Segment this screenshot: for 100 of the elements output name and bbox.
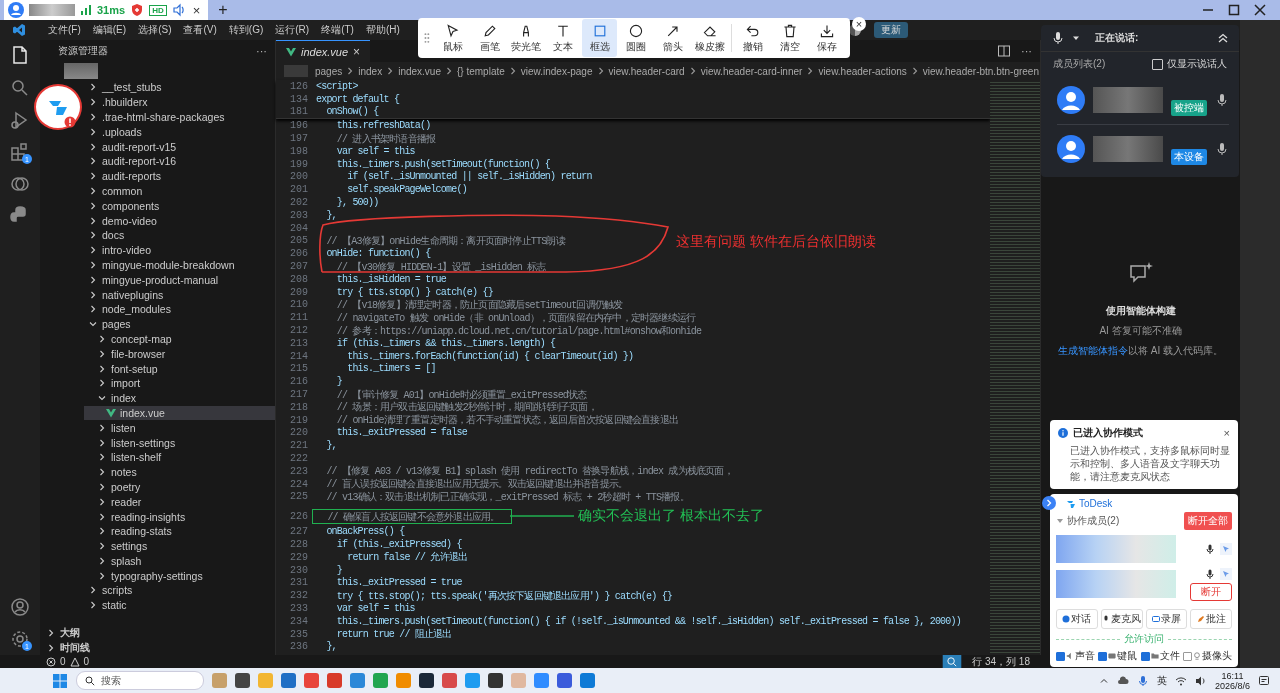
menu-item[interactable]: 运行(R)	[275, 23, 310, 37]
tree-item[interactable]: demo-video	[84, 213, 275, 228]
tree-item[interactable]: audit-reports	[84, 168, 275, 184]
cursor-position[interactable]: 行 34，列 18	[972, 654, 1030, 669]
speaker-icon[interactable]	[1194, 674, 1207, 687]
tree-item[interactable]: .trae-html-share-packages	[84, 109, 275, 125]
tree-item[interactable]: nativeplugins	[84, 287, 275, 302]
breadcrumb-item[interactable]: view.header-card-inner	[700, 65, 803, 77]
expand-icon[interactable]	[1042, 496, 1056, 510]
breadcrumb-item[interactable]: index.vue	[398, 65, 441, 77]
annotation-tool-button[interactable]: 框选	[582, 19, 618, 57]
breadcrumb-item[interactable]: view.header-card	[608, 65, 685, 77]
tree-item[interactable]: intro-video	[84, 242, 275, 258]
permission-checkbox[interactable]: 声音	[1056, 649, 1095, 663]
permission-checkbox[interactable]: 摄像头	[1183, 649, 1232, 663]
tree-item[interactable]: notes	[84, 464, 275, 480]
wifi-icon[interactable]	[1174, 674, 1187, 687]
breadcrumb-item[interactable]: view.index-page	[520, 65, 593, 77]
taskbar-app-icon[interactable]	[488, 673, 503, 688]
tree-item[interactable]: listen-shelf	[84, 449, 275, 465]
input-method-indicator[interactable]: 英	[1156, 673, 1167, 688]
editor-tab[interactable]: index.vue ×	[276, 39, 371, 63]
more-actions-button[interactable]: ···	[1021, 45, 1032, 57]
microphone-icon[interactable]	[1051, 31, 1065, 45]
close-button[interactable]: ×	[1223, 427, 1230, 439]
menu-item[interactable]: 选择(S)	[138, 23, 172, 37]
toolbar-button[interactable]: 录屏	[1145, 609, 1188, 629]
tree-item[interactable]: poetry	[84, 479, 275, 495]
tree-item[interactable]: import	[84, 375, 275, 391]
cloud-icon[interactable]	[1116, 674, 1129, 687]
permission-checkbox[interactable]: 键鼠	[1098, 649, 1138, 663]
maximize-icon[interactable]	[1228, 4, 1240, 16]
tree-item[interactable]: reading-stats	[84, 523, 275, 539]
speakers-only-checkbox[interactable]: 仅显示说话人	[1152, 57, 1227, 71]
tree-item[interactable]: components	[84, 198, 275, 214]
search-field[interactable]: 搜索	[76, 671, 204, 690]
close-tab-button[interactable]: ×	[190, 2, 203, 18]
tree-item[interactable]: audit-report-v16	[84, 154, 275, 169]
close-icon[interactable]	[1254, 4, 1266, 16]
cursor-icon[interactable]	[1220, 567, 1232, 580]
microphone-icon[interactable]	[1215, 93, 1229, 107]
disconnect-button[interactable]: 断开	[1190, 582, 1232, 601]
generate-instructions-link[interactable]: 生成智能体指令	[1058, 345, 1128, 356]
tree-item[interactable]: listen-settings	[84, 435, 275, 450]
tree-item[interactable]: font-setup	[84, 361, 275, 376]
microphone-icon[interactable]	[1215, 142, 1229, 156]
microphone-icon[interactable]	[1205, 544, 1215, 554]
toolbar-button[interactable]: 麦克风	[1100, 609, 1143, 629]
remote-session-tab[interactable]: 31ms HD ×	[4, 0, 209, 20]
tree-item[interactable]: __test_stubs	[84, 80, 275, 95]
new-tab-button[interactable]: +	[214, 1, 232, 19]
tree-item[interactable]: static	[84, 597, 275, 613]
tree-item[interactable]: reader	[84, 494, 275, 510]
error-count[interactable]: 0	[60, 656, 66, 667]
breadcrumb-item[interactable]: index	[358, 65, 383, 77]
breadcrumb-item[interactable]: view.header-actions	[818, 65, 907, 77]
menu-item[interactable]: 编辑(E)	[92, 23, 127, 37]
update-button[interactable]: 更新	[874, 22, 908, 38]
start-icon[interactable]	[52, 672, 68, 689]
zoom-icon[interactable]	[942, 655, 963, 668]
taskbar-app-icon[interactable]	[235, 673, 250, 688]
tree-item[interactable]: mingyue-module-breakdown	[84, 257, 275, 273]
panel-section-header[interactable]: 时间线	[40, 640, 275, 655]
breadcrumb-item[interactable]: pages	[315, 65, 343, 77]
tree-item[interactable]: common	[84, 183, 275, 199]
disconnect-all-button[interactable]: 断开全部	[1184, 512, 1232, 530]
tree-item[interactable]: pages	[84, 316, 275, 332]
panel-section-header[interactable]: 大纲	[40, 625, 275, 640]
tree-item[interactable]: mingyue-product-manual	[84, 272, 275, 288]
collapse-icon[interactable]	[1217, 32, 1229, 44]
menu-item[interactable]: 转到(G)	[228, 23, 264, 37]
cursor-icon[interactable]	[1220, 543, 1232, 555]
tree-item[interactable]: .uploads	[84, 124, 275, 140]
split-editor-icon[interactable]	[997, 44, 1011, 58]
permission-checkbox[interactable]: 文件	[1140, 649, 1180, 663]
notification-icon[interactable]	[1258, 674, 1270, 687]
tree-item[interactable]: scripts	[84, 583, 275, 598]
tree-item[interactable]: index	[84, 390, 275, 406]
clock-date[interactable]: 2026/8/6	[1214, 680, 1250, 691]
menu-item[interactable]: 帮助(H)	[365, 23, 400, 37]
microphone-icon[interactable]	[1205, 568, 1215, 579]
speaker-icon[interactable]	[171, 3, 186, 17]
clock-time[interactable]: 16:11	[1221, 670, 1244, 681]
warning-count[interactable]: 0	[83, 656, 90, 667]
tree-item[interactable]: audit-report-v15	[84, 139, 275, 154]
breadcrumb-item[interactable]: view.header-btn.btn-green	[922, 65, 1039, 77]
account-icon[interactable]	[8, 595, 32, 619]
tree-item[interactable]: .hbuilderx	[84, 94, 275, 110]
tree-item[interactable]: listen	[84, 420, 275, 436]
drag-handle-icon[interactable]	[424, 32, 430, 44]
tree-item[interactable]: concept-map	[84, 331, 275, 347]
menu-item[interactable]: 文件(F)	[48, 23, 81, 37]
toolbar-button[interactable]: 批注	[1190, 609, 1232, 629]
more-actions-button[interactable]: ···	[256, 45, 267, 57]
tree-item[interactable]: settings	[84, 538, 275, 554]
tree-item[interactable]: docs	[84, 227, 275, 243]
tree-item[interactable]: index.vue	[84, 405, 275, 421]
tree-item[interactable]: typography-settings	[84, 568, 275, 584]
tree-item[interactable]: node_modules	[84, 301, 275, 317]
tree-item[interactable]: file-browser	[84, 346, 275, 362]
